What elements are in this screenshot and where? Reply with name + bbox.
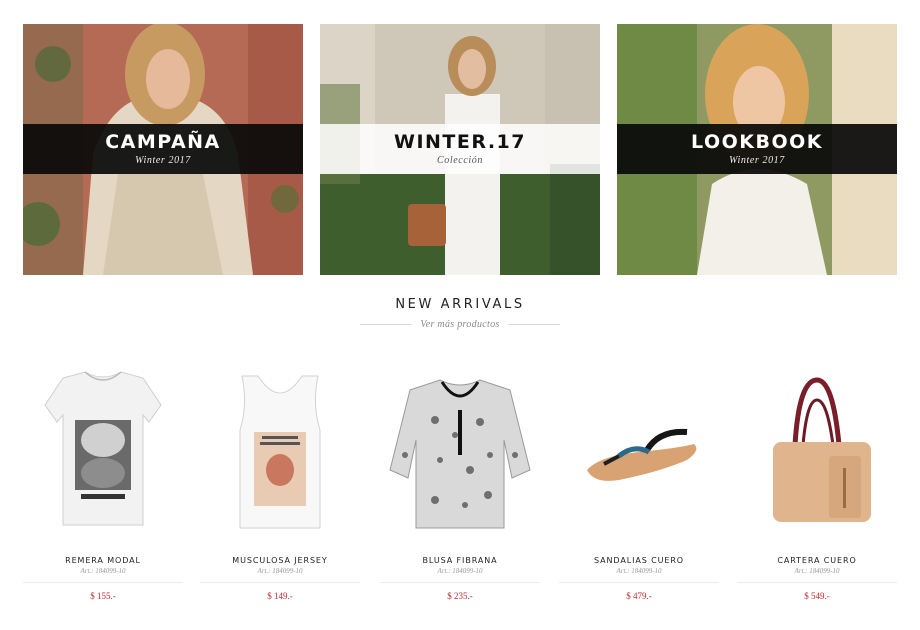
paisley-blouse-image[interactable]: [380, 360, 540, 545]
product-code: Art.: 184099-10: [616, 567, 662, 575]
banner-subtitle: Colección: [437, 155, 483, 166]
product-divider: [737, 582, 897, 583]
product-card[interactable]: SANDALIAS CUERO Art.: 184099-10 $ 479.-: [559, 360, 719, 610]
printed-tank-top-image[interactable]: [200, 360, 360, 545]
banner-lookbook[interactable]: LOOKBOOK Winter 2017: [617, 24, 897, 275]
product-divider: [200, 582, 360, 583]
product-card[interactable]: CARTERA CUERO Art.: 184099-10 $ 549.-: [737, 360, 897, 610]
product-name: BLUSA FIBRANA: [422, 556, 498, 565]
product-card[interactable]: MUSCULOSA JERSEY Art.: 184099-10 $ 149.-: [200, 360, 360, 610]
banner-lookbook-band: LOOKBOOK Winter 2017: [617, 124, 897, 174]
banner-winter17[interactable]: WINTER.17 Colección: [320, 24, 600, 275]
product-name: CARTERA CUERO: [777, 556, 857, 565]
product-price: $ 149.-: [267, 591, 293, 601]
product-divider: [559, 582, 719, 583]
product-price: $ 549.-: [804, 591, 830, 601]
new-arrivals-title: NEW ARRIVALS: [395, 297, 525, 312]
banner-title: WINTER.17: [393, 131, 526, 153]
banner-winter17-band: WINTER.17 Colección: [320, 124, 600, 174]
leather-sandal-image[interactable]: [559, 360, 719, 545]
product-divider: [23, 582, 183, 583]
product-divider: [380, 582, 540, 583]
product-name: REMERA MODAL: [65, 556, 141, 565]
product-code: Art.: 184099-10: [80, 567, 126, 575]
product-card[interactable]: BLUSA FIBRANA Art.: 184099-10 $ 235.-: [380, 360, 540, 610]
product-name: MUSCULOSA JERSEY: [232, 556, 328, 565]
leather-handbag-image[interactable]: [737, 360, 897, 545]
product-price: $ 155.-: [90, 591, 116, 601]
product-code: Art.: 184099-10: [437, 567, 483, 575]
divider-left: [360, 323, 413, 325]
product-code: Art.: 184099-10: [257, 567, 303, 575]
banner-subtitle: Winter 2017: [729, 155, 785, 166]
banner-subtitle: Winter 2017: [135, 155, 191, 166]
product-card[interactable]: REMERA MODAL Art.: 184099-10 $ 155.-: [23, 360, 183, 610]
divider-right: [507, 323, 560, 325]
more-products-link[interactable]: Ver más productos: [420, 319, 499, 330]
banner-title: CAMPAÑA: [105, 131, 221, 153]
product-price: $ 479.-: [626, 591, 652, 601]
more-products-row: Ver más productos: [0, 317, 920, 331]
tiger-print-tshirt-image[interactable]: [23, 360, 183, 545]
banner-title: LOOKBOOK: [691, 131, 823, 153]
banner-campana[interactable]: CAMPAÑA Winter 2017: [23, 24, 303, 275]
product-name: SANDALIAS CUERO: [594, 556, 684, 565]
banner-campana-band: CAMPAÑA Winter 2017: [23, 124, 303, 174]
product-code: Art.: 184099-10: [794, 567, 840, 575]
product-price: $ 235.-: [447, 591, 473, 601]
